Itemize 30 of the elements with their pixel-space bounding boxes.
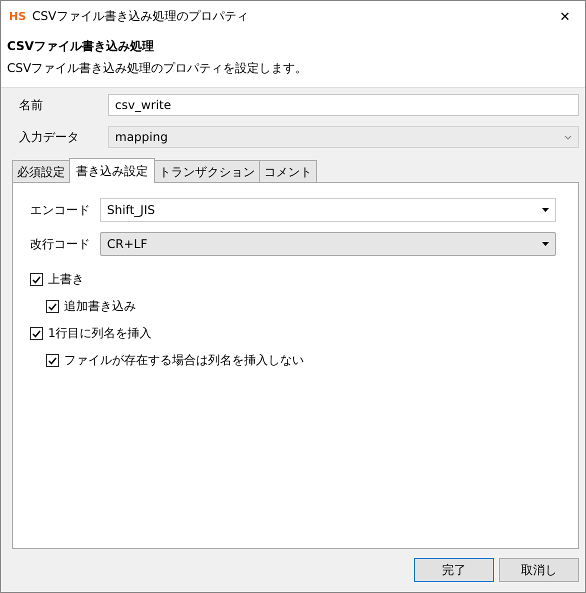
dropdown-arrow-icon [542,242,549,246]
close-button[interactable]: ✕ [545,3,585,30]
checkbox-label: 1行目に列名を挿入 [48,325,152,342]
input-data-dropdown[interactable]: mapping [108,126,579,148]
tab[interactable]: コメント [259,160,317,182]
field-label: 名前 [19,96,44,114]
checkbox-label: ファイルが存在する場合は列名を挿入しない [64,352,304,369]
checkbox[interactable] [46,354,59,367]
chevron-icon [564,134,572,140]
app-logo: HS [9,10,26,23]
checkbox[interactable] [30,327,43,340]
checkbox-label: 上書き [48,271,84,288]
checkbox[interactable] [46,300,59,313]
field-label: 改行コード [30,236,91,252]
field-label: 入力データ [19,128,80,146]
dialog-button[interactable]: 取消し [499,558,579,582]
name-field[interactable]: csv_write [108,94,579,116]
tab[interactable]: トランザクション [154,160,260,182]
header-description: CSVファイル書き込み処理のプロパティを設定します。 [7,60,308,77]
checkbox-label: 追加書き込み [64,298,136,315]
tab[interactable]: 必須設定 [12,160,70,182]
checkbox[interactable] [30,273,43,286]
window-title: CSVファイル書き込み処理のプロパティ [32,8,250,25]
header-title: CSVファイル書き込み処理 [7,38,155,55]
dialog-button[interactable]: 完了 [414,558,494,582]
field-label: エンコード [30,202,91,218]
dropdown-arrow-icon [542,208,549,212]
tab[interactable]: 書き込み設定 [69,158,155,183]
dropdown[interactable]: Shift_JIS [100,198,556,222]
dropdown[interactable]: CR+LF [100,232,556,256]
